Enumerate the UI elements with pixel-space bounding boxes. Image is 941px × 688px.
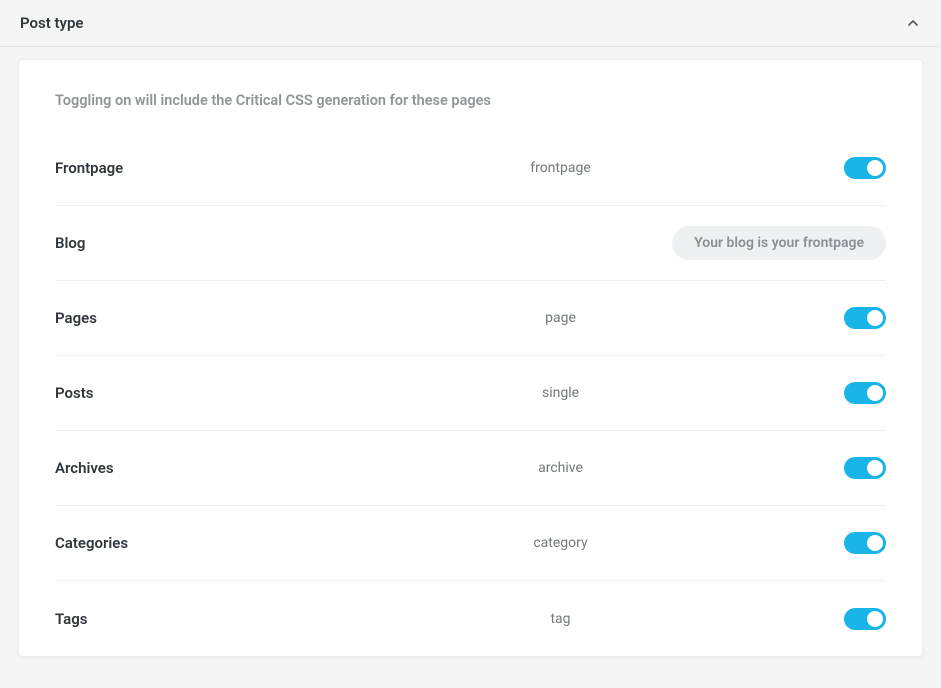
row-pages: Pages page — [55, 281, 886, 356]
row-label: Posts — [55, 384, 295, 402]
panel-header: Post type — [0, 0, 941, 47]
blog-note-pill: Your blog is your frontpage — [672, 226, 886, 260]
toggle-posts[interactable] — [844, 382, 886, 404]
row-control — [826, 532, 886, 554]
row-slug: page — [295, 310, 826, 326]
row-label: Frontpage — [55, 159, 295, 177]
row-blog: Blog Your blog is your frontpage — [55, 206, 886, 281]
toggle-tags[interactable] — [844, 608, 886, 630]
row-control: Your blog is your frontpage — [295, 226, 886, 260]
toggle-archives[interactable] — [844, 457, 886, 479]
toggle-frontpage[interactable] — [844, 157, 886, 179]
panel-title: Post type — [20, 14, 84, 32]
toggle-knob — [867, 535, 883, 551]
row-label: Archives — [55, 459, 295, 477]
toggle-knob — [867, 460, 883, 476]
chevron-up-icon[interactable] — [905, 15, 921, 31]
toggle-categories[interactable] — [844, 532, 886, 554]
row-control — [826, 382, 886, 404]
row-archives: Archives archive — [55, 431, 886, 506]
row-slug: category — [295, 535, 826, 551]
toggle-pages[interactable] — [844, 307, 886, 329]
toggle-knob — [867, 385, 883, 401]
toggle-knob — [867, 611, 883, 627]
row-categories: Categories category — [55, 506, 886, 581]
toggle-knob — [867, 160, 883, 176]
row-label: Blog — [55, 234, 295, 252]
row-control — [826, 457, 886, 479]
row-slug: archive — [295, 460, 826, 476]
toggle-knob — [867, 310, 883, 326]
row-posts: Posts single — [55, 356, 886, 431]
description-text: Toggling on will include the Critical CS… — [55, 92, 886, 109]
row-slug: tag — [295, 611, 826, 627]
row-label: Categories — [55, 534, 295, 552]
row-tags: Tags tag — [55, 581, 886, 656]
settings-card: Toggling on will include the Critical CS… — [18, 59, 923, 657]
row-label: Pages — [55, 309, 295, 327]
row-control — [826, 307, 886, 329]
row-frontpage: Frontpage frontpage — [55, 131, 886, 206]
row-control — [826, 157, 886, 179]
row-control — [826, 608, 886, 630]
row-slug: frontpage — [295, 160, 826, 176]
row-slug: single — [295, 385, 826, 401]
row-label: Tags — [55, 610, 295, 628]
